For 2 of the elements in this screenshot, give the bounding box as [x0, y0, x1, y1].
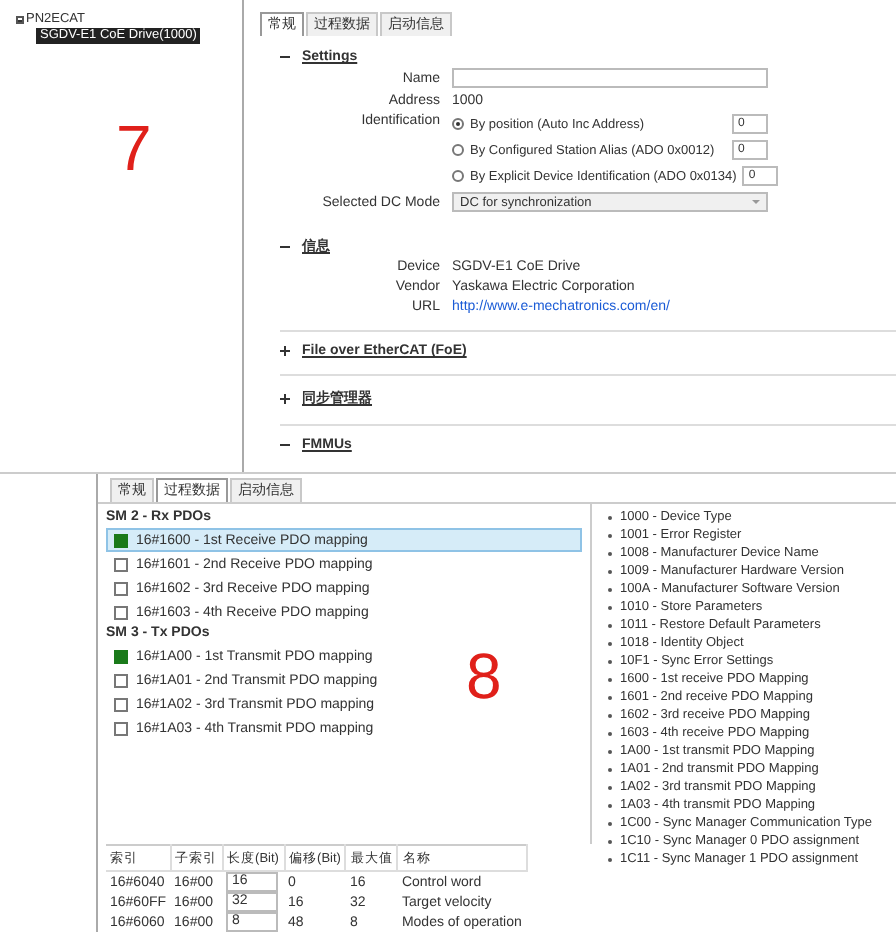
step-number: 8: [466, 640, 502, 714]
step-number: 7: [116, 112, 154, 186]
